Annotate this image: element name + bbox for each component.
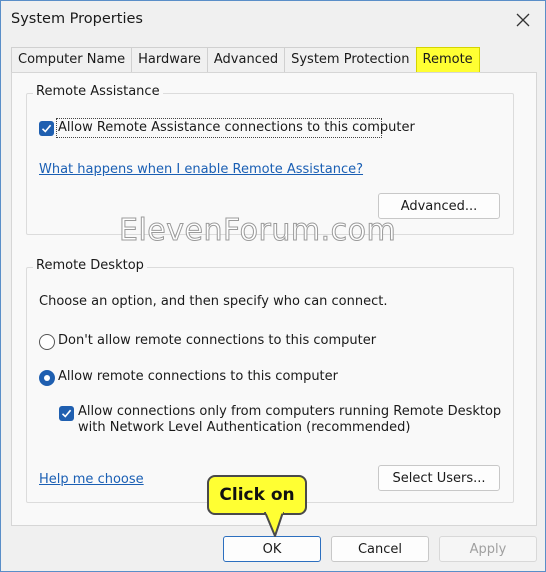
tab-advanced[interactable]: Advanced [206,47,286,73]
help-me-choose-link[interactable]: Help me choose [39,472,144,487]
ok-button[interactable]: OK [223,536,321,562]
allow-remote-assistance-checkbox[interactable] [39,121,54,136]
remote-desktop-group-label: Remote Desktop [33,258,147,273]
remote-assistance-help-link[interactable]: What happens when I enable Remote Assist… [39,162,363,177]
nla-label-line2[interactable]: with Network Level Authentication (recom… [78,420,411,435]
allow-remote-assistance-label[interactable]: Allow Remote Assistance connections to t… [58,120,415,135]
callout-arrow-icon [264,512,284,537]
nla-checkbox[interactable] [59,406,74,421]
advanced-button[interactable]: Advanced... [378,193,500,219]
dont-allow-label[interactable]: Don't allow remote connections to this c… [58,333,376,348]
watermark: ElevenForum.com [118,213,397,249]
select-users-button[interactable]: Select Users... [378,465,500,491]
remote-tab-panel: Remote Assistance Allow Remote Assistanc… [11,72,537,526]
click-on-callout: Click on [207,475,307,515]
checkmark-icon [41,124,52,133]
system-properties-window: System Properties Computer Name Hardware… [0,0,546,572]
title-bar: System Properties [1,1,545,39]
cancel-button[interactable]: Cancel [331,536,429,562]
allow-remote-label[interactable]: Allow remote connections to this compute… [58,369,338,384]
nla-label-line1[interactable]: Allow connections only from computers ru… [78,404,501,419]
tab-remote[interactable]: Remote [415,47,480,73]
remote-assistance-group-label: Remote Assistance [33,84,163,99]
tab-hardware[interactable]: Hardware [131,47,208,73]
checkmark-icon [61,409,72,418]
dont-allow-radio[interactable] [39,334,55,350]
tab-strip: Computer Name Hardware Advanced System P… [11,47,480,73]
close-icon [516,13,530,27]
apply-button: Apply [439,536,537,562]
tab-system-protection[interactable]: System Protection [284,47,417,73]
remote-desktop-instruction: Choose an option, and then specify who c… [39,294,388,309]
close-button[interactable] [505,5,541,35]
tab-computer-name[interactable]: Computer Name [11,47,133,73]
window-title: System Properties [11,11,143,27]
allow-remote-radio[interactable] [39,370,55,386]
